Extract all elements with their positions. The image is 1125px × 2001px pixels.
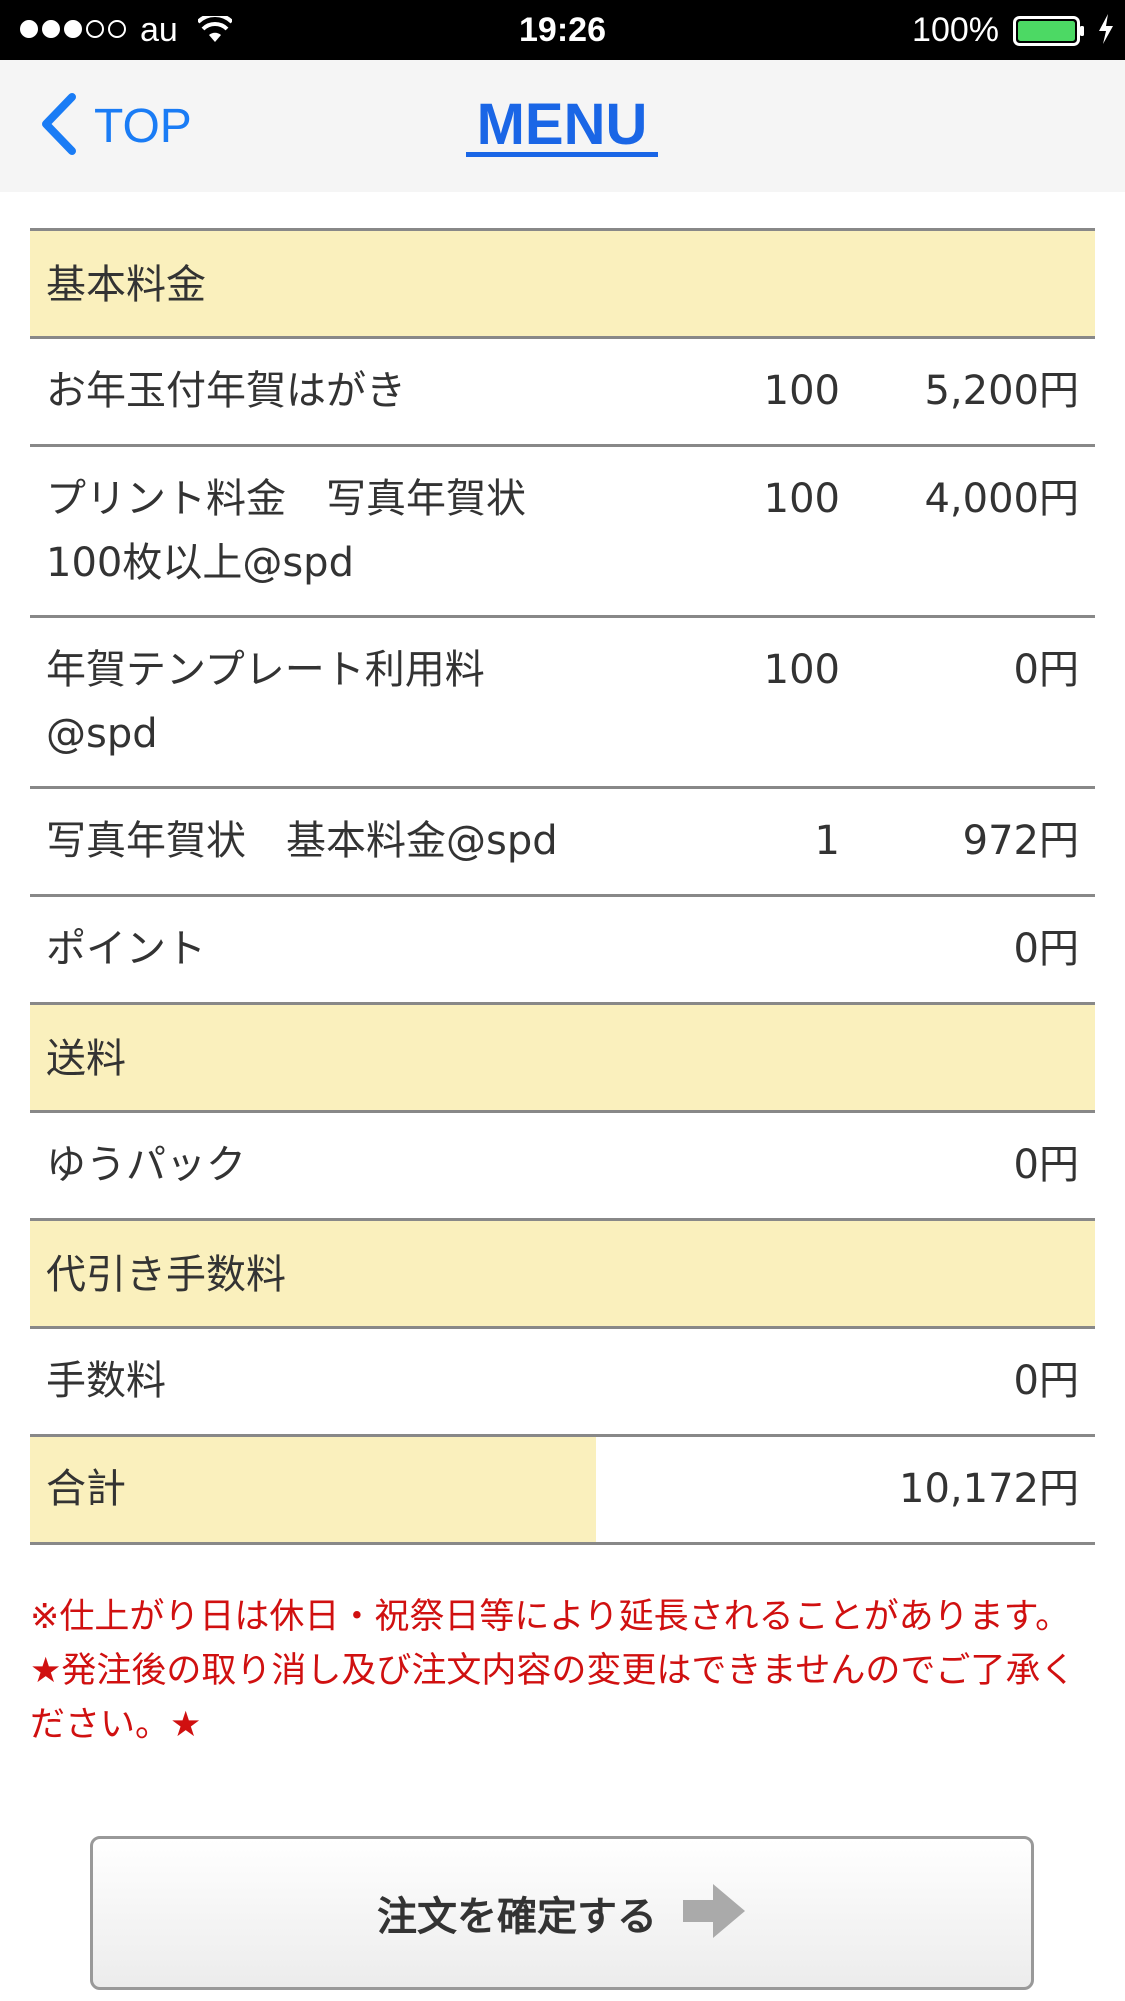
table-row: ゆうパック 0円 bbox=[30, 1113, 1095, 1221]
item-quantity: 100 bbox=[763, 368, 840, 414]
nav-bar: TOP MENU bbox=[0, 60, 1125, 192]
total-row: 合計 10,172円 bbox=[30, 1437, 1095, 1545]
item-amount: 4,000円 bbox=[924, 476, 1079, 522]
table-row: 写真年賀状 基本料金@spd 1 972円 bbox=[30, 789, 1095, 897]
item-quantity: 100 bbox=[763, 647, 840, 693]
notice-no-cancellation: ★発注後の取り消し及び注文内容の変更はできませんのでご了承ください。★ bbox=[30, 1651, 1076, 1745]
table-row: プリント料金 写真年賀状100枚以上@spd 100 4,000円 bbox=[30, 447, 1095, 618]
status-bar: au 19:26 100% bbox=[0, 0, 1125, 60]
table-row: ポイント 0円 bbox=[30, 897, 1095, 1005]
item-quantity: 1 bbox=[814, 818, 840, 864]
page-title[interactable]: MENU bbox=[466, 92, 658, 158]
item-amount: 0円 bbox=[1013, 1142, 1079, 1188]
confirm-order-button[interactable]: 注文を確定する bbox=[90, 1836, 1034, 1990]
table-row: 年賀テンプレート利用料@spd 100 0円 bbox=[30, 618, 1095, 789]
battery-icon bbox=[1013, 16, 1085, 55]
item-name: 写真年賀状 基本料金@spd bbox=[46, 818, 558, 864]
item-name: お年玉付年賀はがき bbox=[46, 368, 406, 414]
table-row: お年玉付年賀はがき 100 5,200円 bbox=[30, 339, 1095, 447]
item-amount: 0円 bbox=[1013, 926, 1079, 972]
table-row: 手数料 0円 bbox=[30, 1329, 1095, 1437]
back-button[interactable]: TOP bbox=[40, 93, 192, 159]
item-amount: 0円 bbox=[1013, 647, 1079, 693]
item-name: ゆうパック bbox=[46, 1142, 246, 1188]
confirm-order-label: 注文を確定する bbox=[377, 1894, 657, 1940]
back-label: TOP bbox=[94, 99, 192, 153]
item-name: 手数料 bbox=[46, 1358, 166, 1404]
section-label: 送料 bbox=[46, 1036, 126, 1082]
title-underline bbox=[466, 152, 658, 157]
item-name: プリント料金 写真年賀状100枚以上@spd bbox=[46, 476, 526, 586]
item-amount: 972円 bbox=[962, 818, 1079, 864]
order-notices: ※仕上がり日は休日・祝祭日等により延長されることがあります。 ★発注後の取り消し… bbox=[30, 1590, 1095, 1752]
total-label: 合計 bbox=[46, 1466, 126, 1512]
fee-table: 基本料金 お年玉付年賀はがき 100 5,200円 プリント料金 写真年賀状10… bbox=[30, 228, 1095, 1545]
item-quantity: 100 bbox=[763, 476, 840, 522]
section-label: 基本料金 bbox=[46, 262, 206, 308]
item-amount: 5,200円 bbox=[924, 368, 1079, 414]
item-name: 年賀テンプレート利用料@spd bbox=[46, 647, 485, 757]
section-header-cod-fee: 代引き手数料 bbox=[30, 1221, 1095, 1329]
notice-completion-date: ※仕上がり日は休日・祝祭日等により延長されることがあります。 bbox=[30, 1597, 1071, 1637]
chevron-left-icon bbox=[40, 93, 76, 159]
item-amount: 0円 bbox=[1013, 1358, 1079, 1404]
section-label: 代引き手数料 bbox=[46, 1252, 286, 1298]
arrow-right-icon bbox=[683, 1882, 747, 1944]
section-header-basic-fee: 基本料金 bbox=[30, 231, 1095, 339]
total-amount: 10,172円 bbox=[899, 1466, 1079, 1512]
battery-percentage: 100% bbox=[912, 11, 999, 49]
section-header-shipping: 送料 bbox=[30, 1005, 1095, 1113]
charging-bolt-icon bbox=[1097, 14, 1115, 53]
item-name: ポイント bbox=[46, 926, 206, 972]
